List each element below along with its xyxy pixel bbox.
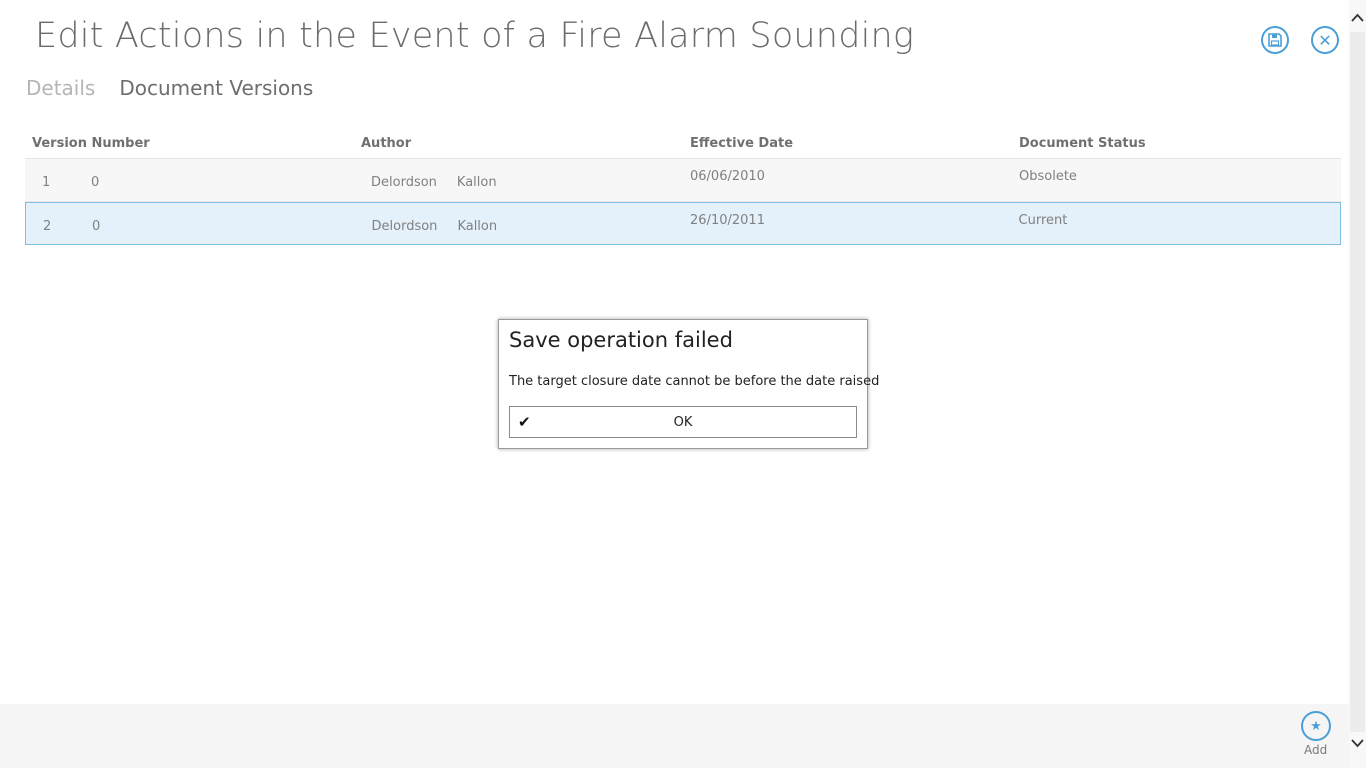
- scrollbar-thumb[interactable]: [1350, 32, 1365, 732]
- column-header-document-status[interactable]: Document Status: [1012, 136, 1341, 151]
- version-cell: 1 0: [25, 159, 354, 201]
- app-bar: [0, 704, 1349, 768]
- version-minor: 0: [91, 175, 100, 190]
- ok-button[interactable]: ✔ OK: [509, 406, 857, 438]
- save-icon: [1268, 33, 1282, 47]
- add-button[interactable]: ★ Add: [1301, 711, 1331, 757]
- save-button[interactable]: [1261, 26, 1289, 54]
- scroll-down-icon[interactable]: [1351, 736, 1364, 752]
- close-button[interactable]: ✕: [1311, 26, 1339, 54]
- ok-label: OK: [673, 414, 693, 430]
- author-cell: Delordson Kallon: [354, 159, 683, 201]
- tab-document-versions[interactable]: Document Versions: [119, 76, 313, 100]
- table-header: Version Number Author Effective Date Doc…: [25, 128, 1341, 159]
- effective-date-cell: 06/06/2010: [690, 169, 765, 184]
- tab-details[interactable]: Details: [26, 76, 95, 100]
- document-status-cell: Current: [1018, 213, 1068, 228]
- version-cell: 2 0: [26, 203, 355, 244]
- column-header-version-number[interactable]: Version Number: [25, 136, 354, 151]
- column-header-author[interactable]: Author: [354, 136, 683, 151]
- versions-table: Version Number Author Effective Date Doc…: [25, 128, 1341, 245]
- author-last-name: Kallon: [457, 219, 498, 234]
- dialog-title: Save operation failed: [509, 328, 733, 352]
- author-first-name: Delordson: [371, 219, 438, 234]
- author-first-name: Delordson: [371, 175, 437, 190]
- effective-date-cell: 26/10/2011: [690, 213, 765, 228]
- close-icon: ✕: [1318, 30, 1332, 50]
- column-header-effective-date[interactable]: Effective Date: [683, 136, 1012, 151]
- document-status-cell: Obsolete: [1019, 169, 1077, 184]
- table-row[interactable]: 2 0 Delordson Kallon 26/10/2011 Current: [25, 202, 1341, 245]
- table-row[interactable]: 1 0 Delordson Kallon 06/06/2010 Obsolete: [25, 159, 1341, 202]
- add-label: Add: [1304, 743, 1328, 757]
- error-dialog: Save operation failed The target closure…: [498, 319, 879, 449]
- version-minor: 0: [92, 219, 101, 234]
- page-title: Edit Actions in the Event of a Fire Alar…: [35, 16, 915, 56]
- scroll-up-icon[interactable]: [1351, 10, 1364, 26]
- check-icon: ✔: [518, 413, 531, 431]
- dialog-message: The target closure date cannot be before…: [509, 374, 880, 389]
- version-major: 2: [43, 219, 52, 234]
- star-icon: ★: [1301, 711, 1331, 741]
- author-last-name: Kallon: [456, 175, 497, 190]
- version-major: 1: [42, 175, 51, 190]
- author-cell: Delordson Kallon: [355, 203, 684, 244]
- tab-bar: Details Document Versions: [26, 76, 313, 100]
